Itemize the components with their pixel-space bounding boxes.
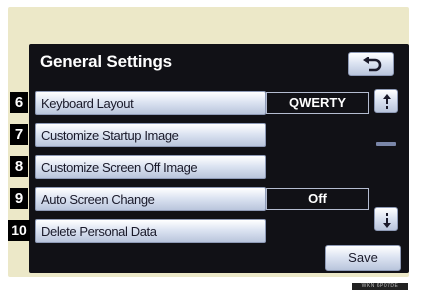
row-label: Customize Startup Image xyxy=(41,128,179,143)
keyboard-layout-button[interactable]: Keyboard Layout xyxy=(35,91,266,115)
image-code: WKN 6P07DE xyxy=(352,283,408,290)
row-number: 10 xyxy=(8,220,30,241)
row-number: 6 xyxy=(10,92,28,113)
row-label: Keyboard Layout xyxy=(41,96,134,111)
delete-personal-data-button[interactable]: Delete Personal Data xyxy=(35,219,266,243)
scroll-up-icon xyxy=(383,94,391,109)
scroll-down-icon xyxy=(383,213,391,228)
row-label: Delete Personal Data xyxy=(41,224,157,239)
auto-screen-change-value: Off xyxy=(266,188,369,210)
scroll-up-button[interactable] xyxy=(374,89,398,113)
row-label: Customize Screen Off Image xyxy=(41,160,198,175)
scroll-track[interactable] xyxy=(374,111,398,206)
customize-startup-image-button[interactable]: Customize Startup Image xyxy=(35,123,266,147)
row-label: Auto Screen Change xyxy=(41,192,155,207)
page-title: General Settings xyxy=(40,52,172,71)
back-button[interactable] xyxy=(348,52,394,76)
save-button[interactable]: Save xyxy=(325,245,401,271)
row-number: 9 xyxy=(10,188,28,209)
keyboard-layout-value: QWERTY xyxy=(266,92,369,114)
scroll-thumb[interactable] xyxy=(376,142,396,146)
scroll-down-button[interactable] xyxy=(374,207,398,231)
return-arrow-icon xyxy=(363,57,382,72)
row-number: 8 xyxy=(10,156,28,177)
customize-screen-off-image-button[interactable]: Customize Screen Off Image xyxy=(35,155,266,179)
auto-screen-change-button[interactable]: Auto Screen Change xyxy=(35,187,266,211)
row-number: 7 xyxy=(10,124,28,145)
